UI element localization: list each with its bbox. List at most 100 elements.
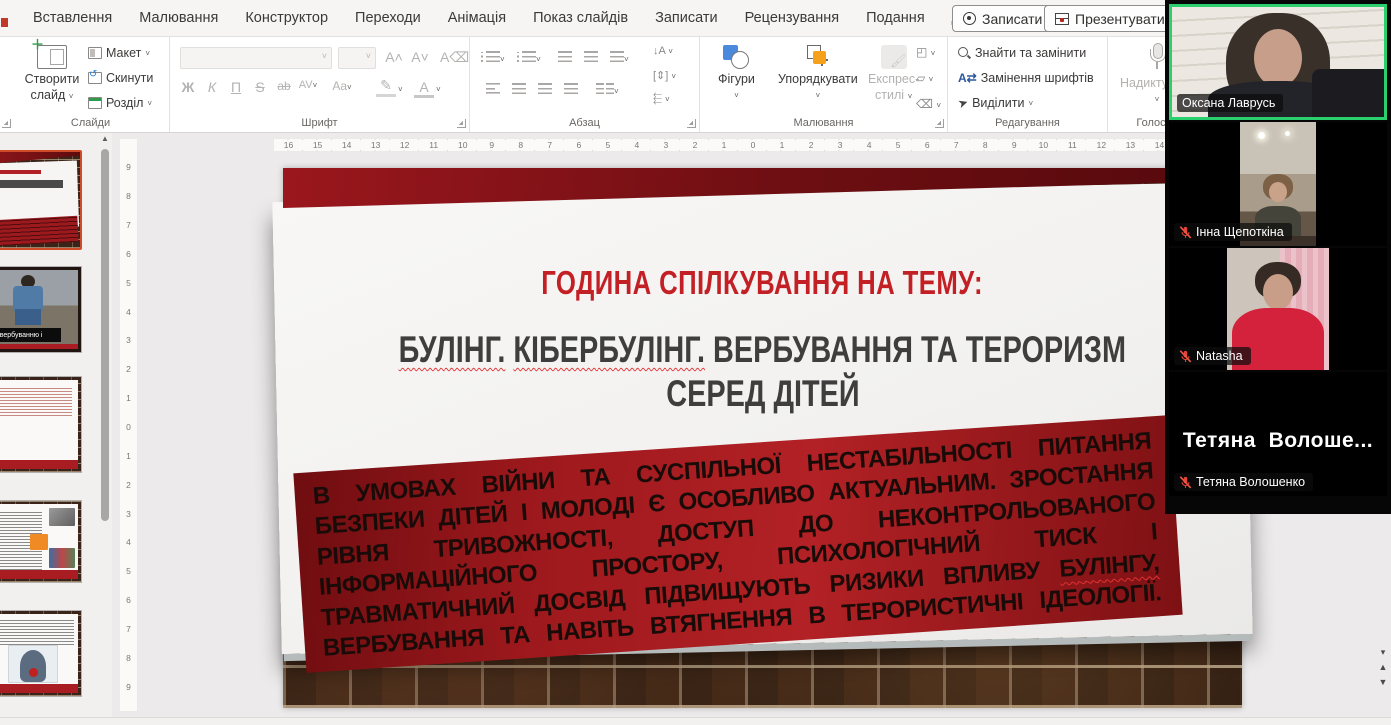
vruler-number: 2 [120,355,137,384]
participant-tile-1[interactable]: Оксана Лаврусь [1169,4,1387,120]
ribbon-tab-1[interactable]: Вставлення [33,10,112,26]
columns-button[interactable]: ˅ [596,81,619,99]
hruler-number: 15 [303,140,332,150]
drawing-dialog-launcher[interactable] [935,119,944,128]
font-dialog-launcher[interactable] [457,119,466,128]
hruler-number: 16 [274,140,303,150]
highlight-color-dropdown[interactable]: ˅ [398,85,403,94]
ribbon-tab-2[interactable]: Малювання [139,10,218,26]
grow-font-button[interactable]: A˄ [384,49,404,65]
vruler-number: 8 [120,182,137,211]
record-button-label: Записати [982,11,1042,27]
slide-thumbnail-3[interactable] [0,376,82,473]
thumbnails-scrollbar[interactable]: ▲ [100,133,110,717]
align-text-button[interactable]: [⇕] ˅ [653,69,676,82]
eraser-button[interactable]: ⌫ ˅ [916,97,941,111]
slide-thumbnail-4[interactable] [0,500,82,583]
quick-styles-button[interactable]: Експрес- стилі ˅ [868,45,919,103]
align-right-button[interactable] [538,81,552,99]
font-color-button[interactable]: A [414,79,434,98]
hruler-number: 7 [942,140,971,150]
change-case-button[interactable]: Aa˅ [332,79,352,93]
participant-name: Оксана Лаврусь [1182,96,1275,110]
section-button[interactable]: Розділ˅ [88,96,152,110]
underline-button[interactable]: П [226,79,246,95]
ribbon-tab-9[interactable]: Подання [866,10,925,26]
increase-indent-button[interactable] [584,49,598,67]
font-size-combo[interactable] [338,47,376,69]
shapes-button[interactable]: Фігури˅ [718,45,755,101]
slide-thumbnail-2[interactable]: у, вербуванню і [0,266,82,353]
align-left-button[interactable] [486,81,500,99]
clipboard-dialog-launcher[interactable] [2,119,11,128]
scrollbar-up-arrow[interactable]: ▲ [100,133,110,145]
new-slide-button[interactable]: Створити слайд ˅ [22,45,82,103]
ribbon-tab-8[interactable]: Рецензування [745,10,840,26]
decrease-indent-button[interactable] [558,49,572,67]
hruler-number: 4 [855,140,884,150]
hruler-number: 5 [884,140,913,150]
thumb-image-cartoon [30,534,48,550]
participant-tile-4[interactable]: Тетяна Волоше...Тетяна Волошенко [1169,372,1387,496]
shape-outline-button[interactable]: ▱ ˅ [916,71,933,85]
bold-button[interactable]: Ж [178,79,198,95]
slide-thumbnail-1[interactable] [0,150,82,250]
layout-button[interactable]: Макет˅ [88,46,150,60]
ribbon-tab-5[interactable]: Анімація [448,10,506,26]
numbering-button[interactable]: ˅ [522,49,541,67]
slide-thumbnail-5[interactable] [0,610,82,697]
shadow-button[interactable]: S [250,79,270,95]
hruler-number: 13 [361,140,390,150]
thumb-caption: у, вербуванню і [0,328,61,342]
reset-button[interactable]: Скинути [88,71,153,85]
bullets-button[interactable]: ˅ [486,49,505,67]
hruler-number: 2 [797,140,826,150]
strikethrough-button[interactable]: ab [274,79,294,93]
participant-tile-2[interactable]: Інна Щепоткіна [1169,122,1387,246]
clear-formatting-button[interactable]: A⌫ [440,49,460,66]
video-conference-panel: Оксана ЛаврусьІнна ЩепоткінаNatashaТетян… [1165,0,1391,514]
convert-smartart-button[interactable]: ⬱ ˅ [653,93,670,106]
find-replace-button[interactable]: Знайти та замінити [958,46,1086,60]
justify-button[interactable] [564,81,578,99]
ceiling-lights [1258,132,1265,139]
ribbon-tab-3[interactable]: Конструктор [245,10,328,26]
scrollbar-thumb[interactable] [101,149,109,521]
thumb-page [0,504,78,579]
hruler-number: 11 [1058,140,1087,150]
font-color-dropdown[interactable]: ˅ [436,85,441,94]
slide-subtitle[interactable]: БУЛІНГ. КІБЕРБУЛІНГ. ВЕРБУВАННЯ ТА ТЕРОР… [283,328,1242,417]
shrink-font-button[interactable]: A˅ [410,49,430,65]
hruler-number: 13 [1116,140,1145,150]
arrange-button[interactable]: Упорядкувати˅ [778,45,858,101]
section-icon [88,97,102,109]
slide-title[interactable]: ГОДИНА СПІЛКУВАННЯ НА ТЕМУ: [283,264,1242,302]
ribbon-tab-7[interactable]: Записати [655,10,718,26]
vruler-number: 5 [120,268,137,297]
line-spacing-button[interactable]: ˅ [610,49,629,67]
select-button[interactable]: ➤ Виділити˅ [958,96,1033,110]
thumb-page [0,614,78,693]
italic-button[interactable]: К [202,79,222,95]
character-spacing-button[interactable]: AV˅ [298,79,318,91]
previous-slide-button[interactable]: ▲ [1379,663,1388,672]
participant-tile-3[interactable]: Natasha [1169,248,1387,370]
font-name-combo[interactable] [180,47,332,69]
shape-fill-button[interactable]: ◰ ˅ [916,45,935,59]
replace-fonts-button[interactable]: A⇄ Замінення шрифтів [958,71,1094,85]
thumb-page [0,380,78,469]
next-slide-button[interactable]: ▼ [1379,678,1388,687]
ribbon-tab-6[interactable]: Показ слайдів [533,10,628,26]
align-center-button[interactable] [512,81,526,99]
scroll-down-arrow[interactable]: ▾ [1381,648,1386,657]
vruler-number: 3 [120,326,137,355]
ribbon-tab-4[interactable]: Переходи [355,10,421,26]
paragraph-dialog-launcher[interactable] [687,119,696,128]
hruler-number: 6 [913,140,942,150]
participant-display-name: Тетяна Волоше... [1169,429,1387,453]
text-direction-button[interactable]: ↓A ˅ [653,45,673,57]
record-button[interactable]: Записати [952,5,1053,32]
highlight-color-button[interactable]: ✎ [376,77,396,97]
search-icon [958,47,971,60]
file-tab-fragment [1,18,8,27]
